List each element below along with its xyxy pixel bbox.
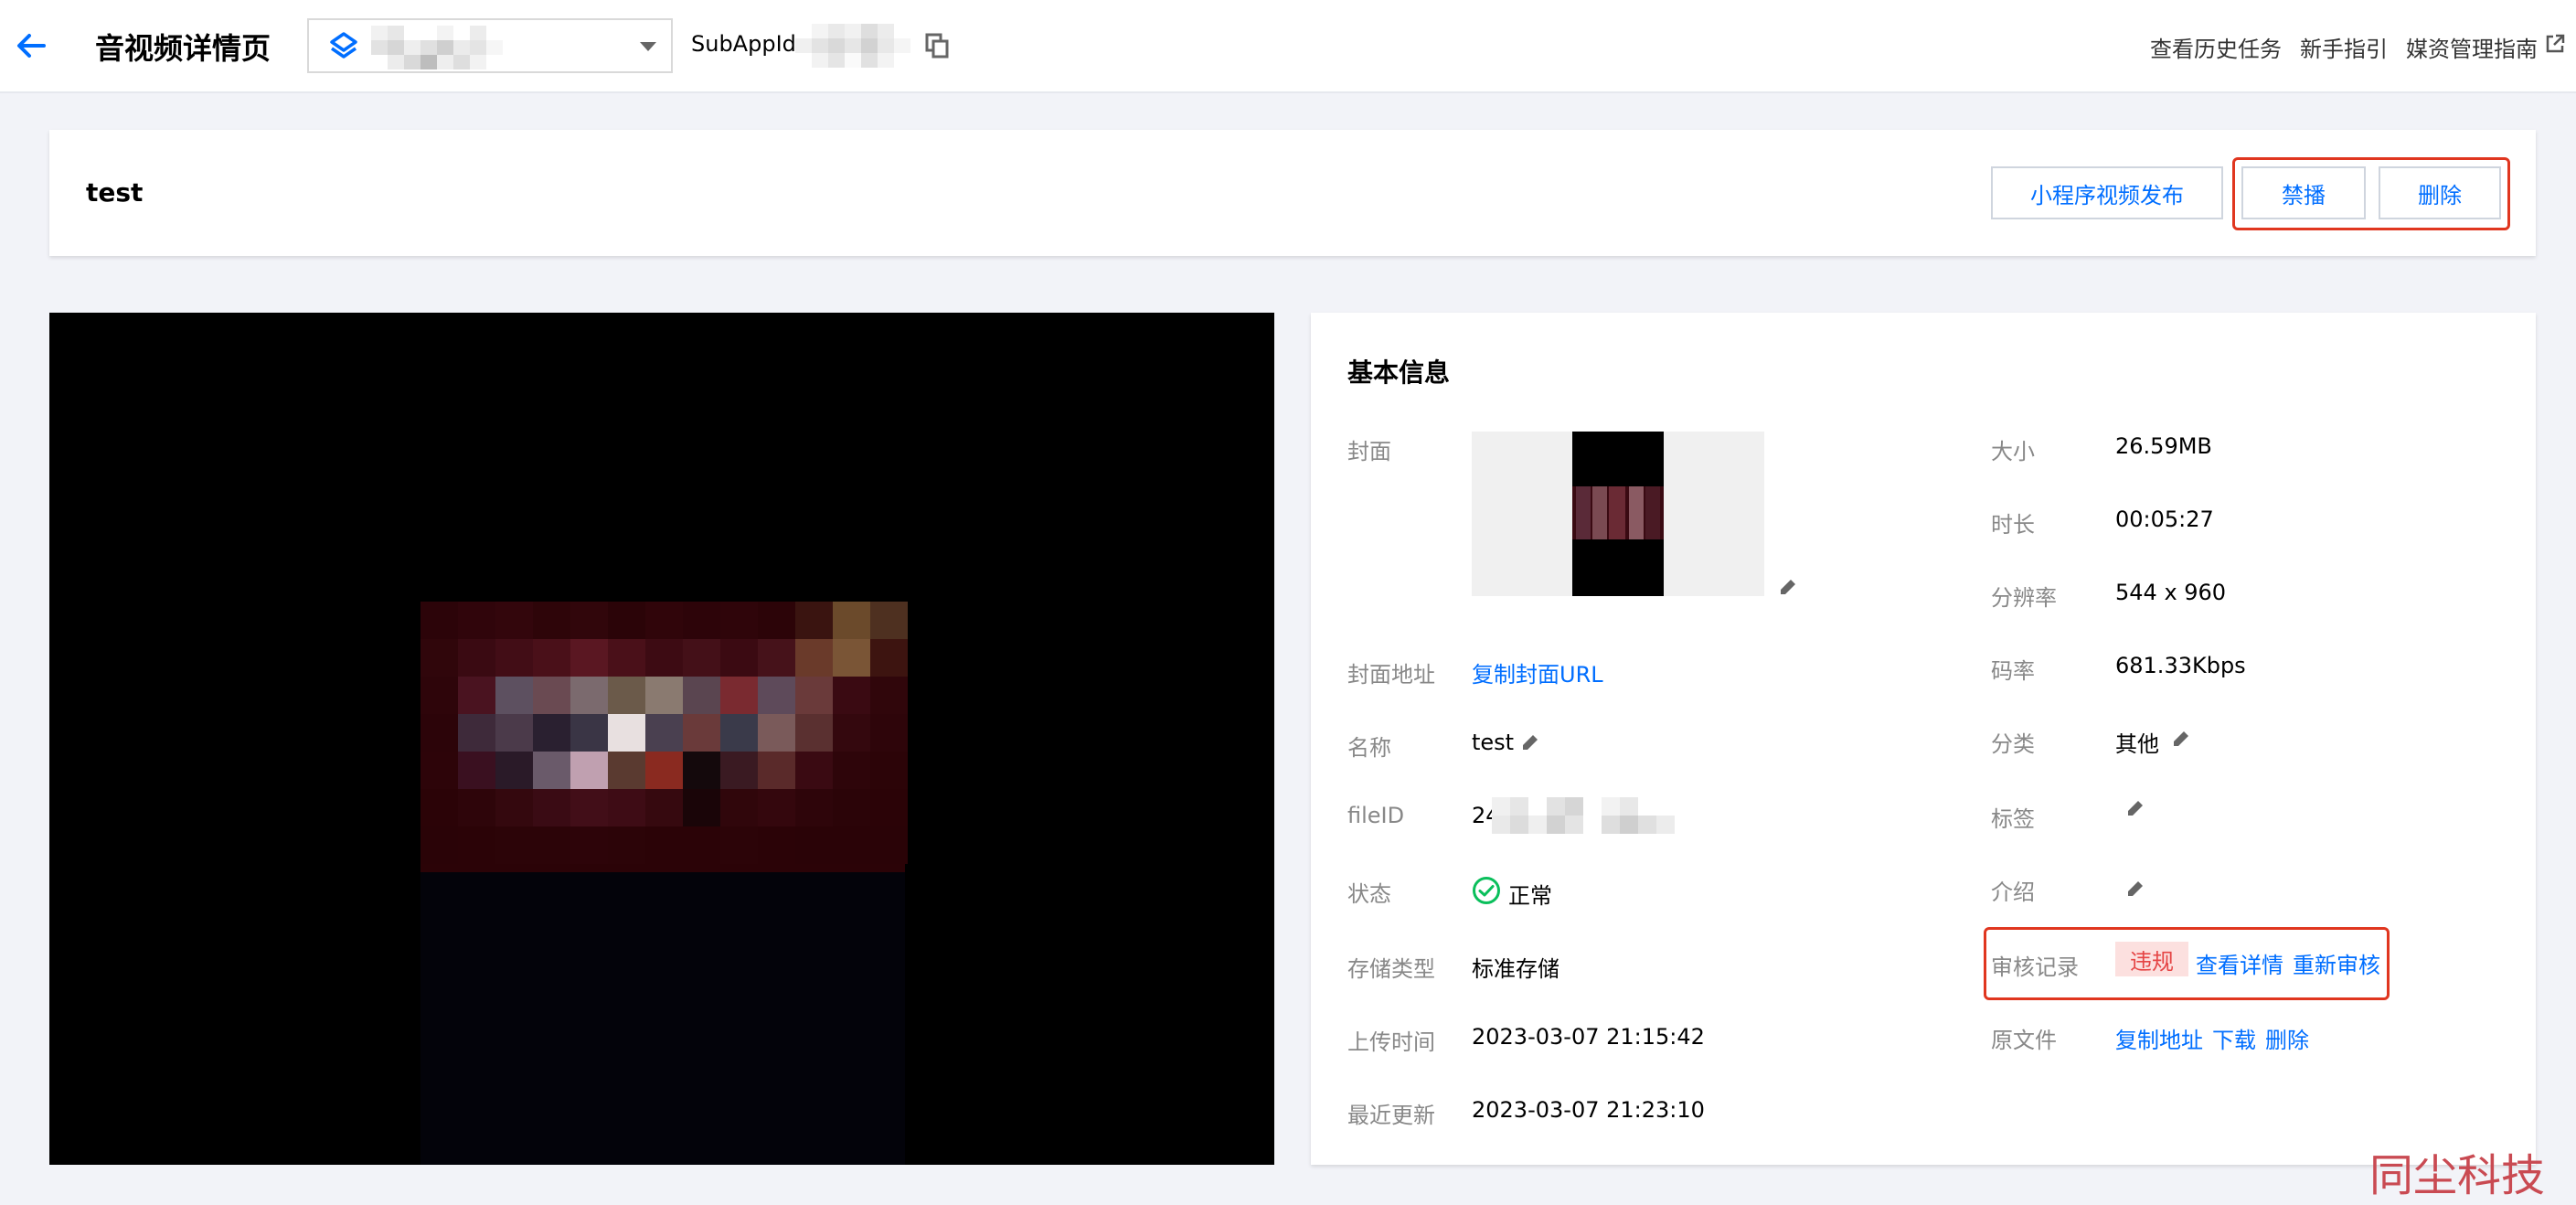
- video-name: test: [86, 177, 144, 208]
- status-label: 状态: [1347, 881, 1391, 907]
- original-file-label: 原文件: [1991, 1028, 2057, 1053]
- resolution-label: 分辨率: [1991, 585, 2057, 611]
- edit-cover-pencil-icon[interactable]: [1777, 576, 1799, 598]
- updated-label: 最近更新: [1347, 1103, 1435, 1128]
- bitrate-label: 码率: [1991, 658, 2035, 684]
- name-value: test: [1472, 730, 1515, 755]
- external-link-icon[interactable]: [2544, 33, 2566, 55]
- resolution-value: 544 x 960: [2115, 580, 2227, 605]
- subappid-label: SubAppId:: [691, 31, 804, 57]
- beginner-guide-link[interactable]: 新手指引: [2300, 31, 2388, 63]
- edit-tags-pencil-icon[interactable]: [2124, 797, 2146, 819]
- fileid-label: fileID: [1347, 803, 1405, 828]
- fileid-redacted: [1492, 797, 1675, 834]
- size-label: 大小: [1991, 439, 2035, 464]
- category-value: 其他: [2115, 731, 2159, 757]
- page-title: 音视频详情页: [95, 31, 271, 66]
- uploaded-label: 上传时间: [1347, 1029, 1435, 1055]
- watermark: 同尘科技: [2369, 1150, 2546, 1201]
- copy-address-link[interactable]: 复制地址: [2115, 1022, 2203, 1054]
- app-name-redacted: [371, 26, 503, 69]
- uploaded-value: 2023-03-07 21:15:42: [1472, 1024, 1705, 1050]
- top-bar: 音视频详情页 SubAppId: 查看历史任务 新手指引 媒资管理指南: [0, 0, 2576, 93]
- highlight-box: [1984, 927, 2390, 1000]
- cover-label: 封面: [1347, 439, 1391, 464]
- category-label: 分类: [1991, 731, 2035, 757]
- copy-icon[interactable]: [925, 33, 949, 59]
- edit-category-pencil-icon[interactable]: [2170, 728, 2192, 750]
- app-selector[interactable]: [307, 18, 673, 73]
- check-circle-icon: [1473, 877, 1500, 904]
- tags-label: 标签: [1991, 806, 2035, 832]
- back-arrow-icon[interactable]: [13, 27, 49, 64]
- cover-frame: [1572, 432, 1664, 596]
- name-label: 名称: [1347, 735, 1391, 761]
- intro-label: 介绍: [1991, 880, 2035, 905]
- duration-label: 时长: [1991, 512, 2035, 538]
- edit-name-pencil-icon[interactable]: [1519, 731, 1541, 753]
- storage-label: 存储类型: [1347, 956, 1435, 982]
- cover-thumbnail: [1572, 486, 1664, 539]
- edit-intro-pencil-icon[interactable]: [2124, 878, 2146, 900]
- delete-original-link[interactable]: 删除: [2265, 1022, 2309, 1054]
- chevron-down-icon: [640, 42, 656, 51]
- basic-info-card: 基本信息 封面 封面地址 复制封面URL 名称 test fileID 24 状…: [1311, 313, 2536, 1165]
- status-value: 正常: [1508, 883, 1552, 909]
- copy-cover-url-link[interactable]: 复制封面URL: [1472, 656, 1603, 688]
- download-link[interactable]: 下载: [2212, 1022, 2256, 1054]
- media-title-card: test 小程序视频发布 禁播 删除: [49, 130, 2536, 256]
- storage-value: 标准存储: [1472, 956, 1559, 982]
- size-value: 26.59MB: [2115, 433, 2212, 459]
- updated-value: 2023-03-07 21:23:10: [1472, 1097, 1705, 1123]
- duration-value: 00:05:27: [2115, 507, 2214, 532]
- section-title: 基本信息: [1347, 357, 1451, 388]
- video-lower-area: [420, 872, 905, 1165]
- video-frame-mosaic: [420, 602, 908, 864]
- miniprogram-publish-button[interactable]: 小程序视频发布: [1991, 166, 2223, 219]
- bitrate-value: 681.33Kbps: [2115, 653, 2246, 678]
- history-tasks-link[interactable]: 查看历史任务: [2150, 31, 2282, 63]
- subappid-value-redacted: [795, 24, 910, 68]
- media-guide-link[interactable]: 媒资管理指南: [2406, 31, 2538, 63]
- video-player[interactable]: [49, 313, 1274, 1165]
- cover-image: [1472, 432, 1764, 596]
- highlight-box: [2232, 157, 2510, 230]
- cover-url-label: 封面地址: [1347, 662, 1435, 688]
- layers-icon: [330, 32, 357, 59]
- video-frame-pixelated: [420, 602, 908, 872]
